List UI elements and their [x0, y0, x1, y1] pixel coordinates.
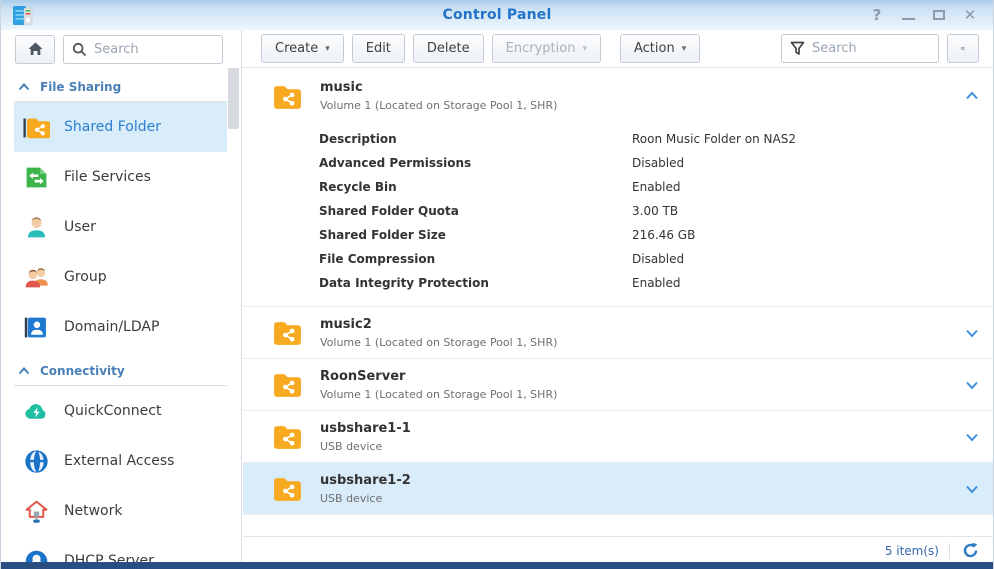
- sidebar-item-file-services[interactable]: File Services: [14, 152, 227, 202]
- action-button[interactable]: Action ▾: [619, 34, 701, 63]
- filter-funnel-icon: [790, 41, 805, 55]
- sort-icon: [961, 47, 965, 50]
- detail-row: File Compression Disabled: [319, 252, 685, 266]
- dhcp-server-icon: [25, 550, 48, 562]
- folder-details-music: Description Roon Music Folder on NAS2 Ad…: [243, 122, 993, 307]
- shared-folder-list: music Volume 1 (Located on Storage Pool …: [243, 68, 993, 562]
- shared-folder-icon: [273, 477, 302, 502]
- folder-location: Volume 1 (Located on Storage Pool 1, SHR…: [320, 387, 558, 401]
- file-services-icon: [26, 167, 47, 187]
- sidebar-item-user[interactable]: User: [14, 202, 227, 252]
- section-header-file-sharing[interactable]: File Sharing: [1, 68, 241, 101]
- window-title: Control Panel: [442, 7, 552, 23]
- create-button[interactable]: Create ▾: [261, 34, 344, 63]
- chevron-up-icon[interactable]: [964, 88, 980, 104]
- chevron-down-icon[interactable]: [964, 481, 980, 497]
- folder-name: usbshare1-1: [320, 420, 411, 436]
- sidebar-item-quickconnect[interactable]: QuickConnect: [14, 386, 227, 436]
- chevron-down-icon[interactable]: [964, 325, 980, 341]
- shared-folder-icon: [273, 425, 302, 450]
- detail-row: Data Integrity Protection Enabled: [319, 276, 681, 290]
- chevron-down-icon[interactable]: [964, 429, 980, 445]
- folder-row-music2[interactable]: music2 Volume 1 (Located on Storage Pool…: [243, 307, 993, 359]
- folder-name: RoonServer: [320, 368, 406, 384]
- sidebar-item-dhcp-server[interactable]: DHCP Server: [14, 536, 227, 562]
- folder-name: music2: [320, 316, 372, 332]
- folder-location: USB device: [320, 491, 383, 505]
- quickconnect-icon: [25, 403, 46, 419]
- section-header-connectivity[interactable]: Connectivity: [1, 352, 241, 385]
- sidebar-item-domain-ldap[interactable]: Domain/LDAP: [14, 302, 227, 352]
- sort-button[interactable]: [947, 34, 979, 63]
- filter-search: [781, 34, 939, 63]
- divider: [949, 542, 950, 559]
- close-icon[interactable]: ✕: [961, 7, 979, 23]
- control-panel-window: Control Panel ? ✕ Search Create ▾ Edit D…: [0, 0, 994, 569]
- search-icon: [72, 42, 87, 56]
- shared-folder-icon: [273, 373, 302, 398]
- folder-name: usbshare1-2: [320, 472, 411, 488]
- home-icon: [28, 42, 42, 55]
- sidebar-item-shared-folder[interactable]: Shared Folder: [14, 102, 227, 152]
- home-button[interactable]: [15, 34, 55, 64]
- folder-row-music[interactable]: music Volume 1 (Located on Storage Pool …: [243, 70, 993, 122]
- folder-location: Volume 1 (Located on Storage Pool 1, SHR…: [320, 99, 558, 112]
- shared-folder-icon: [273, 84, 302, 110]
- detail-row: Shared Folder Size 216.46 GB: [319, 228, 696, 242]
- sidebar-search: [63, 34, 223, 64]
- user-icon: [27, 216, 46, 237]
- sidebar-item-group[interactable]: Group: [14, 252, 227, 302]
- shared-folder-icon: [23, 117, 50, 139]
- folder-location: USB device: [320, 439, 383, 453]
- sidebar-scrollbar[interactable]: [228, 68, 239, 129]
- chevron-up-icon: [18, 83, 30, 91]
- main-toolbar: Create ▾ Edit Delete Encryption ▾ Action…: [242, 30, 993, 68]
- folder-row-usbshare1-2[interactable]: usbshare1-2 USB device: [243, 463, 993, 515]
- sidebar-item-network[interactable]: Network: [14, 486, 227, 536]
- detail-row: Advanced Permissions Disabled: [319, 156, 685, 170]
- control-panel-app-icon: [13, 6, 33, 26]
- minimize-icon[interactable]: [899, 8, 917, 23]
- toolbar: Create ▾ Edit Delete Encryption ▾ Action…: [1, 30, 993, 68]
- sidebar-toolbar: [1, 30, 242, 68]
- detail-row: Shared Folder Quota 3.00 TB: [319, 204, 679, 218]
- chevron-down-icon: ▾: [582, 43, 587, 54]
- delete-button[interactable]: Delete: [412, 34, 484, 63]
- status-bar: 5 item(s): [243, 536, 993, 562]
- folder-location: Volume 1 (Located on Storage Pool 1, SHR…: [320, 335, 558, 349]
- detail-row: Recycle Bin Enabled: [319, 180, 681, 194]
- detail-row: Description Roon Music Folder on NAS2: [319, 132, 796, 146]
- group-icon: [25, 267, 48, 287]
- filter-search-input[interactable]: [812, 41, 930, 56]
- folder-name: music: [320, 80, 363, 95]
- refresh-icon: [963, 542, 977, 558]
- encryption-button: Encryption ▾: [491, 34, 601, 63]
- item-count: 5 item(s): [884, 543, 939, 558]
- window-bottom-border: [1, 562, 993, 569]
- chevron-down-icon: ▾: [325, 43, 330, 54]
- external-access-icon: [25, 449, 48, 473]
- maximize-icon[interactable]: [930, 8, 948, 23]
- network-icon: [25, 500, 48, 523]
- chevron-down-icon: ▾: [681, 43, 687, 54]
- shared-folder-icon: [273, 321, 302, 346]
- folder-row-usbshare1-1[interactable]: usbshare1-1 USB device: [243, 411, 993, 463]
- refresh-button[interactable]: [960, 541, 980, 561]
- sidebar-item-external-access[interactable]: External Access: [14, 436, 227, 486]
- chevron-up-icon: [18, 367, 30, 375]
- chevron-down-icon[interactable]: [964, 377, 980, 393]
- sidebar-search-input[interactable]: [94, 41, 214, 57]
- help-icon[interactable]: ?: [868, 7, 886, 23]
- sidebar: File Sharing Shared Folder File Services: [1, 68, 242, 562]
- title-bar: Control Panel ? ✕: [1, 0, 993, 30]
- folder-row-roonserver[interactable]: RoonServer Volume 1 (Located on Storage …: [243, 359, 993, 411]
- edit-button[interactable]: Edit: [351, 34, 405, 63]
- domain-ldap-icon: [24, 317, 46, 337]
